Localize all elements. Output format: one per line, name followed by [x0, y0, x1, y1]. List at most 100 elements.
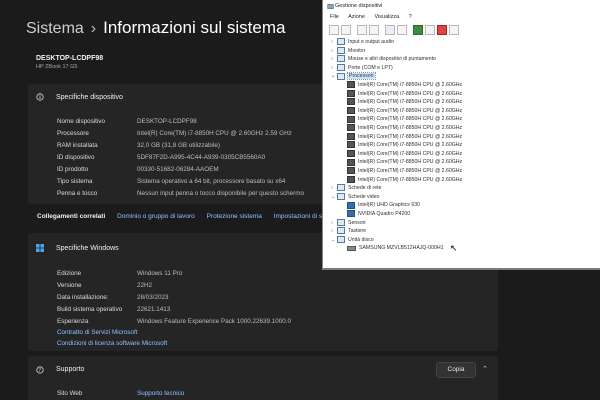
list-view-icon[interactable]	[369, 25, 379, 35]
tree-device[interactable]: NVIDIA Quadro P4200	[347, 210, 410, 218]
tree-category[interactable]: › Monitor	[331, 46, 366, 55]
tree-item-label: Porte (COM e LPT)	[348, 64, 393, 71]
toolbar	[329, 25, 519, 35]
spec-label: Data installazione:	[57, 294, 109, 301]
tree-device[interactable]: SAMSUNG MZVLB512HAJQ-000H1	[347, 244, 443, 252]
tree-category[interactable]: › Porte (COM e LPT)	[331, 63, 393, 72]
tree-device[interactable]: Intel(R) Core(TM) i7-8850H CPU @ 2.60GHz	[347, 115, 462, 123]
spec-value: 5DF87F2D-A995-4C44-A939-0305CB5560A0	[137, 154, 266, 161]
tree-category[interactable]: ⌄ Processori	[331, 72, 376, 81]
tree-category[interactable]: ⌄ Schede video	[331, 192, 380, 201]
spec-value: Nessun input penna o tocco disponibile p…	[137, 190, 304, 197]
spec-value: Windows Feature Experience Pack 1000.226…	[137, 318, 292, 325]
tree-item-label: Tastiere	[348, 228, 367, 235]
breadcrumb-root[interactable]: Sistema	[26, 20, 84, 37]
support-card	[28, 356, 498, 400]
windows-logo-icon	[36, 244, 44, 252]
device-category-icon	[337, 235, 345, 243]
menu-action[interactable]: Azione	[348, 14, 365, 20]
help-icon: ?	[36, 366, 44, 374]
tree-item-label: Intel(R) Core(TM) i7-8850H CPU @ 2.60GHz	[358, 116, 463, 123]
tree-device[interactable]: Intel(R) Core(TM) i7-8850H CPU @ 2.60GHz	[347, 81, 462, 89]
device-category-icon	[337, 63, 345, 71]
properties-icon[interactable]	[357, 25, 367, 35]
download-icon[interactable]	[449, 25, 459, 35]
help-icon[interactable]	[385, 25, 395, 35]
processor-icon	[347, 124, 355, 132]
windows-specs-header: Specifiche Windows	[56, 245, 119, 252]
back-icon[interactable]	[329, 25, 339, 35]
spec-value: 22H2	[137, 282, 153, 289]
tree-device[interactable]: Intel(R) Core(TM) i7-8850H CPU @ 2.60GHz	[347, 132, 462, 141]
scan-hardware-icon[interactable]	[397, 25, 407, 35]
uninstall-device-icon[interactable]	[437, 25, 447, 35]
tree-device[interactable]: Intel(R) Core(TM) i7-8850H CPU @ 2.60GHz	[347, 175, 462, 184]
device-name-heading: DESKTOP-LCDPF98	[36, 55, 104, 62]
support-label: Sito Web	[57, 390, 83, 397]
tree-category[interactable]: ⌄ Unità disco	[331, 235, 374, 244]
svg-text:?: ?	[39, 368, 42, 374]
tree-category[interactable]: › Sensori	[331, 218, 366, 227]
spec-value: 32,0 GB (31,8 GB utilizzabile)	[137, 142, 220, 149]
tree-item-label: Intel(R) Core(TM) i7-8850H CPU @ 2.60GHz	[358, 99, 463, 106]
info-icon	[36, 93, 44, 101]
spec-label: Penna e tocco	[57, 190, 98, 197]
support-link[interactable]: Supporto tecnico	[137, 390, 184, 397]
tree-item-label: Intel(R) UHD Graphics 630	[358, 202, 420, 209]
tree-device[interactable]: Intel(R) Core(TM) i7-8850H CPU @ 2.60GHz	[347, 89, 463, 98]
device-category-icon	[337, 55, 345, 63]
menu-help[interactable]: ?	[409, 14, 412, 20]
processor-icon	[347, 132, 355, 140]
tree-category[interactable]: › Schede di rete	[331, 184, 381, 192]
tree-device[interactable]: Intel(R) Core(TM) i7-8850H CPU @ 2.60GHz	[347, 158, 462, 166]
tree-device[interactable]: Intel(R) Core(TM) i7-8850H CPU @ 2.60GHz	[347, 106, 462, 115]
spec-value: Sistema operativo a 64 bit, processore b…	[137, 178, 286, 185]
processor-icon	[347, 149, 355, 157]
menu-file[interactable]: File	[330, 14, 339, 20]
tree-item-label: Sensori	[348, 219, 366, 226]
tree-item-label: Intel(R) Core(TM) i7-8850H CPU @ 2.60GHz	[358, 159, 463, 166]
processor-icon	[347, 167, 355, 175]
tree-category[interactable]: › Mouse e altri dispositivi di puntamento	[331, 55, 436, 63]
copy-button[interactable]: Copia	[436, 362, 476, 378]
tree-item-label: Monitor	[348, 47, 366, 54]
tree-item-label: Intel(R) Core(TM) i7-8850H CPU @ 2.60GHz	[358, 142, 463, 149]
tree-category[interactable]: › Tastiere	[331, 227, 366, 235]
disable-device-icon[interactable]	[425, 25, 435, 35]
spec-value: DESKTOP-LCDPF98	[137, 118, 197, 125]
breadcrumb-separator: ›	[90, 20, 97, 37]
forward-icon[interactable]	[341, 25, 351, 35]
tree-device[interactable]: Intel(R) Core(TM) i7-8850H CPU @ 2.60GHz	[347, 124, 462, 132]
tree-item-label: Mouse e altri dispositivi di puntamento	[348, 56, 436, 63]
spec-label: ID dispositivo	[57, 154, 95, 161]
spec-value: Windows 11 Pro	[137, 270, 183, 277]
disk-drive-icon	[347, 245, 356, 251]
update-driver-icon[interactable]	[413, 25, 423, 35]
tree-device[interactable]: Intel(R) Core(TM) i7-8850H CPU @ 2.60GHz	[347, 141, 462, 149]
tree-device[interactable]: Intel(R) Core(TM) i7-8850H CPU @ 2.60GHz	[347, 149, 463, 158]
device-category-icon	[337, 46, 345, 54]
spec-label: RAM installata	[57, 142, 98, 149]
tree-device[interactable]: Intel(R) UHD Graphics 630	[347, 201, 420, 209]
tree-item-label: Unità disco	[348, 236, 374, 243]
processor-icon	[347, 89, 355, 97]
tree-item-label: Intel(R) Core(TM) i7-8850H CPU @ 2.60GHz	[358, 82, 463, 88]
link-license-terms[interactable]: Condizioni di licenza software Microsoft	[57, 340, 167, 347]
link-system-protection[interactable]: Protezione sistema	[207, 213, 262, 220]
support-header: Supporto	[56, 366, 85, 373]
tree-device[interactable]: Intel(R) Core(TM) i7-8850H CPU @ 2.60GHz	[347, 167, 462, 175]
menu-view[interactable]: Visualizza	[374, 14, 399, 20]
link-advanced-settings[interactable]: Impostazioni di sis	[274, 213, 327, 220]
tree-item-label: Intel(R) Core(TM) i7-8850H CPU @ 2.60GHz	[358, 90, 463, 97]
processor-icon	[347, 81, 355, 89]
device-category-icon	[337, 38, 345, 46]
link-domain-workgroup[interactable]: Dominio o gruppo di lavoro	[117, 213, 195, 220]
link-services-agreement[interactable]: Contratto di Servizi Microsoft	[57, 329, 138, 336]
chevron-up-icon[interactable]: ⌃	[482, 365, 488, 373]
tree-device[interactable]: Intel(R) Core(TM) i7-8850H CPU @ 2.60GHz	[347, 98, 462, 106]
processor-icon	[347, 158, 355, 166]
tree-item-label: Schede video	[348, 193, 380, 200]
tree-item-label: Intel(R) Core(TM) i7-8850H CPU @ 2.60GHz	[358, 150, 463, 157]
tree-category[interactable]: › Input e output audio	[331, 38, 394, 46]
device-specs-header: Specifiche dispositivo	[56, 94, 123, 101]
